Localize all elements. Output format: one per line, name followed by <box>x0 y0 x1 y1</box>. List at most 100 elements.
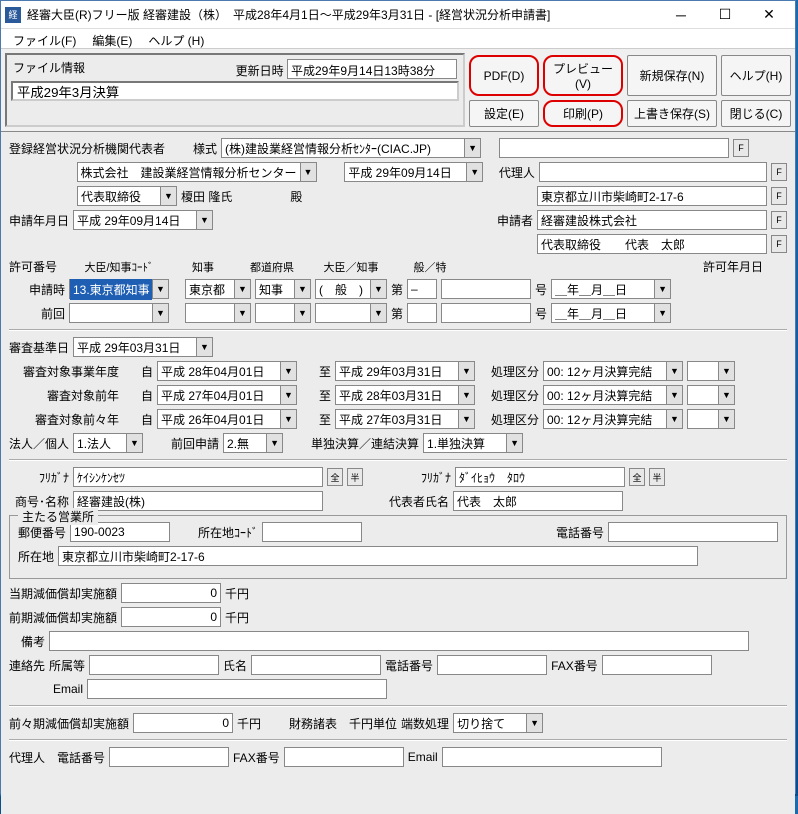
menu-edit[interactable]: 編集(E) <box>86 31 138 46</box>
chevron-down-icon[interactable]: ▼ <box>294 304 310 322</box>
chevron-down-icon[interactable]: ▼ <box>526 714 542 732</box>
proc3-sel2[interactable]: ▼ <box>687 409 735 429</box>
apply-date-select[interactable]: 平成 29年09月14日 ▼ <box>73 210 213 230</box>
chevron-down-icon[interactable]: ▼ <box>370 304 386 322</box>
chevron-down-icon[interactable]: ▼ <box>458 362 474 380</box>
email-field1[interactable] <box>87 679 387 699</box>
proc1-sel2[interactable]: ▼ <box>687 361 735 381</box>
prev-num[interactable] <box>441 303 531 323</box>
agent-email-field[interactable] <box>442 747 662 767</box>
overwrite-button[interactable]: 上書き保存(S) <box>627 100 717 127</box>
proc1-sel[interactable]: 00: 12ヶ月決算完結▼ <box>543 361 683 381</box>
agent-field[interactable] <box>539 162 767 182</box>
chevron-down-icon[interactable]: ▼ <box>280 386 296 404</box>
permit-date1-select[interactable]: ＿年＿月＿日 ▼ <box>551 279 671 299</box>
cur-dep-field[interactable] <box>121 583 221 603</box>
tokyo-select[interactable]: 東京都 ▼ <box>185 279 251 299</box>
prev-dep-field[interactable] <box>121 607 221 627</box>
company-select[interactable]: 株式会社 建設業経営情報分析センター ▼ <box>77 162 317 182</box>
agent-phone-field[interactable] <box>109 747 229 767</box>
chevron-down-icon[interactable]: ▼ <box>458 386 474 404</box>
rep-furigana-field[interactable] <box>455 467 625 487</box>
phone-field2[interactable] <box>437 655 547 675</box>
rounding-select[interactable]: 切り捨て▼ <box>453 713 543 733</box>
dept-field[interactable] <box>89 655 219 675</box>
pdf-button[interactable]: PDF(D) <box>469 55 539 96</box>
chevron-down-icon[interactable]: ▼ <box>234 304 250 322</box>
ppy-to[interactable]: 平成 27年03月31日▼ <box>335 409 475 429</box>
permit-dash[interactable] <box>407 279 437 299</box>
permit-date2-select[interactable]: ＿年＿月＿日 ▼ <box>551 303 671 323</box>
menu-help[interactable]: ヘルプ (H) <box>142 31 210 46</box>
postal-field[interactable] <box>70 522 170 542</box>
ty-to[interactable]: 平成 29年03月31日▼ <box>335 361 475 381</box>
prev2-dep-field[interactable] <box>133 713 233 733</box>
chevron-down-icon[interactable]: ▼ <box>196 211 212 229</box>
ty-from[interactable]: 平成 28年04月01日▼ <box>157 361 297 381</box>
chevron-down-icon[interactable]: ▼ <box>300 163 316 181</box>
chevron-down-icon[interactable]: ▼ <box>718 410 734 428</box>
chevron-down-icon[interactable]: ▼ <box>464 139 480 157</box>
kessan-type-select[interactable]: 1.単独決算▼ <box>423 433 523 453</box>
zen-btn1[interactable]: 全 <box>327 468 343 486</box>
chevron-down-icon[interactable]: ▼ <box>654 304 670 322</box>
chevron-down-icon[interactable]: ▼ <box>126 434 142 452</box>
f-button-3[interactable]: F <box>771 187 787 205</box>
address-r1[interactable] <box>537 186 767 206</box>
close-button[interactable]: ✕ <box>747 2 791 28</box>
chevron-down-icon[interactable]: ▼ <box>666 410 682 428</box>
chiji-select[interactable]: 知事 ▼ <box>255 279 311 299</box>
permit-num1[interactable] <box>441 279 531 299</box>
chevron-down-icon[interactable]: ▼ <box>654 280 670 298</box>
f-button-2[interactable]: F <box>771 163 787 181</box>
chevron-down-icon[interactable]: ▼ <box>266 434 282 452</box>
biko-field[interactable] <box>49 631 749 651</box>
applicant-field[interactable] <box>537 234 767 254</box>
zen-btn2[interactable]: 全 <box>629 468 645 486</box>
chevron-down-icon[interactable]: ▼ <box>458 410 474 428</box>
ppy-from[interactable]: 平成 26年04月01日▼ <box>157 409 297 429</box>
chevron-down-icon[interactable]: ▼ <box>196 338 212 356</box>
address-r2[interactable] <box>537 210 767 230</box>
prev-select[interactable]: ▼ <box>69 303 169 323</box>
proc2-sel[interactable]: 00: 12ヶ月決算完結▼ <box>543 385 683 405</box>
chevron-down-icon[interactable]: ▼ <box>160 187 176 205</box>
new-save-button[interactable]: 新規保存(N) <box>627 55 717 96</box>
han-btn2[interactable]: 半 <box>649 468 665 486</box>
help-button[interactable]: ヘルプ(H) <box>721 55 791 96</box>
preview-button[interactable]: プレビュー(V) <box>543 55 623 96</box>
agent-fax-field[interactable] <box>284 747 404 767</box>
settings-button[interactable]: 設定(E) <box>469 100 539 127</box>
chevron-down-icon[interactable]: ▼ <box>234 280 250 298</box>
chevron-down-icon[interactable]: ▼ <box>506 434 522 452</box>
loc-code-field[interactable] <box>262 522 362 542</box>
prev-pref-select[interactable]: ▼ <box>185 303 251 323</box>
chevron-down-icon[interactable]: ▼ <box>280 410 296 428</box>
maximize-button[interactable]: ☐ <box>703 2 747 28</box>
trade-name-field[interactable] <box>73 491 323 511</box>
loc-field[interactable] <box>58 546 698 566</box>
name-field[interactable] <box>251 655 381 675</box>
f-button-1[interactable]: F <box>733 139 749 157</box>
minimize-button[interactable]: ─ <box>659 2 703 28</box>
chevron-down-icon[interactable]: ▼ <box>466 163 482 181</box>
date1-select[interactable]: 平成 29年09月14日 ▼ <box>344 162 483 182</box>
chevron-down-icon[interactable]: ▼ <box>718 362 734 380</box>
prev-apply-select[interactable]: 2.無▼ <box>223 433 283 453</box>
han-btn1[interactable]: 半 <box>347 468 363 486</box>
filename-input[interactable] <box>11 81 459 101</box>
apply-time-select[interactable]: 13.東京都知事 ▼ <box>69 279 169 299</box>
phone-field1[interactable] <box>608 522 778 542</box>
chevron-down-icon[interactable]: ▼ <box>152 280 168 298</box>
proc3-sel[interactable]: 00: 12ヶ月決算完結▼ <box>543 409 683 429</box>
prev-chiji-select[interactable]: ▼ <box>255 303 311 323</box>
chevron-down-icon[interactable]: ▼ <box>666 362 682 380</box>
prev-general-select[interactable]: ▼ <box>315 303 387 323</box>
f-button-4[interactable]: F <box>771 211 787 229</box>
py-from[interactable]: 平成 27年04月01日▼ <box>157 385 297 405</box>
review-date-select[interactable]: 平成 29年03月31日 ▼ <box>73 337 213 357</box>
chevron-down-icon[interactable]: ▼ <box>152 304 168 322</box>
print-button[interactable]: 印刷(P) <box>543 100 623 127</box>
f-button-5[interactable]: F <box>771 235 787 253</box>
fax-field[interactable] <box>602 655 712 675</box>
